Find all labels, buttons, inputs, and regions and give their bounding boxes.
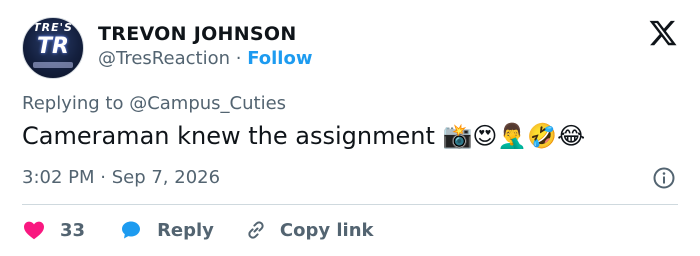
reply-button[interactable]: Reply (119, 218, 214, 242)
author-name[interactable]: TREVON JOHNSON (98, 23, 297, 45)
x-logo-icon[interactable] (648, 18, 678, 48)
avatar-decoration (33, 62, 73, 68)
separator-dot: · (235, 48, 242, 69)
replying-to[interactable]: Replying to @Campus_Cuties (22, 93, 286, 114)
avatar[interactable]: TRE'S TR (22, 17, 84, 79)
heart-icon (24, 221, 44, 240)
reply-label: Reply (157, 219, 214, 241)
reply-bubble-icon (122, 221, 141, 239)
divider (22, 204, 678, 205)
tweet-text: Cameraman knew the assignment 📸😍🤦‍♂️🤣😂 (22, 122, 586, 150)
info-icon[interactable] (652, 166, 676, 190)
avatar-logo: TR (37, 34, 69, 59)
tweet-timestamp[interactable]: 3:02 PM · Sep 7, 2026 (22, 167, 220, 188)
action-bar: 33 Reply Copy link (22, 216, 374, 244)
copy-link-label: Copy link (279, 219, 374, 241)
follow-button[interactable]: Follow (247, 48, 312, 69)
copy-link-button[interactable]: Copy link (244, 218, 374, 242)
like-count: 33 (60, 219, 86, 241)
author-handle[interactable]: @TresReaction (98, 48, 230, 69)
link-icon (248, 221, 264, 239)
avatar-text: TRE'S (33, 21, 73, 34)
author-handle-row: @TresReaction · Follow (98, 48, 312, 69)
like-button[interactable]: 33 (22, 218, 85, 242)
